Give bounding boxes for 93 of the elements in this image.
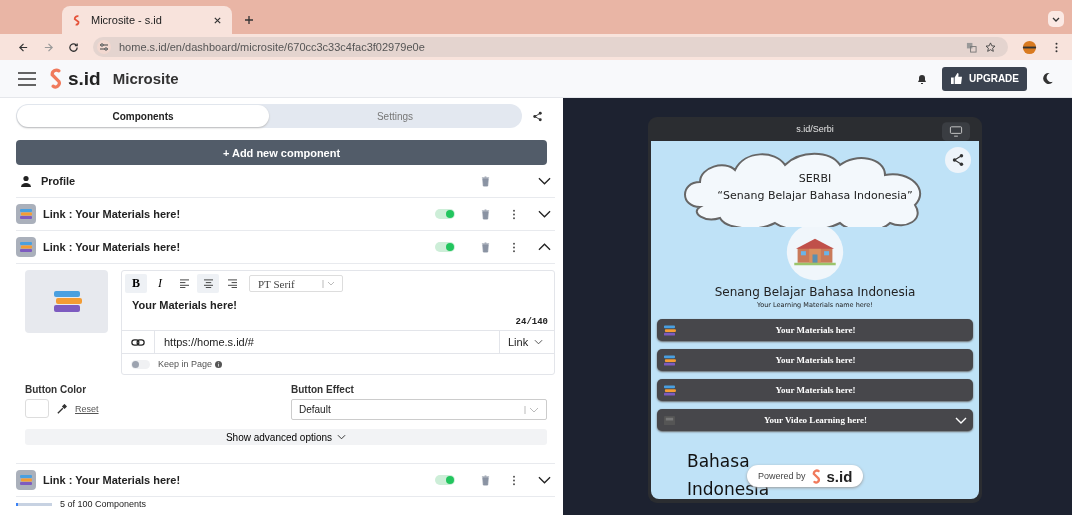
close-icon[interactable] [213,15,222,25]
expand-chevron-icon[interactable] [538,210,551,218]
books-icon [663,324,676,336]
collapse-chevron-icon[interactable] [538,243,551,251]
tab[interactable]: Components [17,105,269,127]
button-effect-dropdown[interactable]: Default [291,399,547,420]
character-counter: 24/140 [514,317,549,329]
more-options-icon[interactable] [512,208,516,220]
caret-icon [524,405,540,414]
expand-chevron-icon[interactable] [538,177,551,185]
books-icon [663,354,676,366]
italic-button[interactable]: I [149,274,171,293]
usage-bar [16,502,52,506]
visibility-toggle[interactable] [435,209,455,219]
share-icon[interactable] [532,110,543,122]
keep-in-page-label: Keep in Page [158,359,213,369]
link-icon [131,337,145,347]
tab[interactable]: Settings [269,105,521,127]
button-text-field[interactable]: Your Materials here! [122,293,554,317]
notification-bell-icon[interactable] [916,72,928,85]
add-component-button[interactable]: + Add new component [16,140,547,165]
link-thumbnail[interactable] [25,270,108,333]
monitor-icon[interactable] [942,122,970,141]
books-icon [16,237,36,257]
tab-search-icon[interactable] [1048,11,1064,27]
eyedropper-icon[interactable] [57,403,67,414]
bold-button[interactable]: B [125,274,147,293]
expand-chevron-icon [955,416,967,424]
align-left-icon [178,279,190,288]
show-advanced-options-button[interactable]: Show advanced options [25,429,547,445]
browser-tab[interactable]: Microsite - s.id [62,6,232,34]
books-icon [663,384,676,396]
reload-icon[interactable] [68,41,79,53]
info-icon[interactable] [215,360,223,368]
align-center-icon [202,279,214,288]
url-input[interactable]: https://home.s.id/# [154,331,500,353]
books-icon [16,204,36,224]
caret-icon [322,279,336,288]
reset-link[interactable]: Reset [75,403,99,414]
delete-icon[interactable] [481,175,490,187]
component-title[interactable]: Link : Your Materials here! [43,208,181,220]
logo-icon [48,68,64,89]
brand-name: s.id [68,67,101,90]
translate-icon[interactable] [966,41,977,53]
link-button[interactable]: Your Materials here! [657,379,973,401]
url-text: home.s.id/en/dashboard/microsite/670cc3c33c4fac3f02979e0e [119,41,425,53]
color-swatch[interactable] [25,399,49,418]
more-options-icon[interactable] [512,474,516,486]
thumbs-up-icon [950,73,963,84]
component-title[interactable]: Link : Your Materials here! [43,474,181,486]
caret-icon [337,434,347,440]
expand-chevron-icon[interactable] [538,476,551,484]
keep-in-page-toggle[interactable] [131,359,150,369]
page-title: Microsite [112,70,179,87]
component-title[interactable]: Link : Your Materials here! [43,241,181,253]
link-button[interactable]: Your Materials here! [657,319,973,341]
delete-icon[interactable] [481,208,490,220]
books-icon [16,470,36,490]
share-icon[interactable] [945,147,971,173]
site-tagline: “Senang Belajar Bahasa Indonesia” [717,189,913,202]
menu-icon[interactable] [18,71,36,86]
delete-icon[interactable] [481,474,490,486]
component-count: 5 of 100 Components [60,499,147,509]
align-center-button[interactable] [197,274,219,293]
upgrade-button[interactable]: UPGRADE [942,66,1027,91]
component-title[interactable]: Profile [41,175,76,187]
profile-avatar-icon[interactable] [1022,39,1037,55]
profile-name: Senang Belajar Bahasa Indonesia [714,285,916,299]
more-options-icon[interactable] [512,241,516,253]
user-icon [20,175,32,187]
new-tab-icon[interactable] [244,15,254,25]
link-type-dropdown[interactable]: Link [500,336,554,348]
site-title: SERBI [798,172,832,185]
address-bar[interactable]: home.s.id/en/dashboard/microsite/670cc3c33c4fac3f02979e0e [93,37,1008,57]
button-effect-label: Button Effect [291,384,355,395]
back-icon[interactable] [18,41,29,53]
visibility-toggle[interactable] [435,475,455,485]
tab-title: Microsite - s.id [91,14,163,26]
align-right-icon [226,279,238,288]
bookmark-star-icon[interactable] [985,41,996,53]
site-settings-icon[interactable] [97,40,111,54]
video-thumbnail-icon [663,414,676,426]
visibility-toggle[interactable] [435,242,455,252]
books-icon [51,289,82,314]
logo-icon [810,468,822,484]
delete-icon[interactable] [481,241,490,253]
button-color-label: Button Color [25,384,88,395]
link-button[interactable]: Your Materials here! [657,349,973,371]
video-link-button[interactable]: Your Video Learning here! [657,409,973,431]
font-dropdown[interactable]: PT Serif [249,275,343,292]
caret-icon [534,339,544,345]
dark-mode-moon-icon[interactable] [1041,72,1054,85]
preview-url: s.id/Serbi [796,124,834,134]
